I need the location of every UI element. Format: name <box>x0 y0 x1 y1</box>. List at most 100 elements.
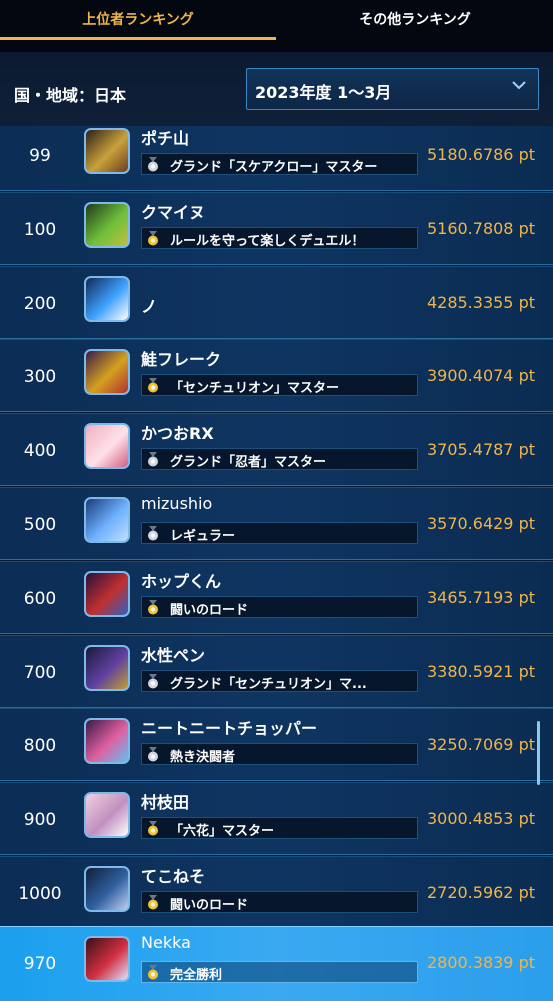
rank-number: 600 <box>23 588 57 609</box>
player-title-text: 「センチュリオン」マスター <box>170 381 340 397</box>
list-scrollbar[interactable] <box>537 721 540 785</box>
player-name: ニートニートチョッパー <box>141 719 318 739</box>
rank-number: 200 <box>23 293 57 314</box>
rank-number: 100 <box>23 219 57 240</box>
player-title-text: グランド「センチュリオン」マ... <box>170 676 367 692</box>
ranking-row[interactable]: 800 ニートニートチョッパー熱き決闘者 3250.7069 pt <box>0 708 553 782</box>
gold-medal-icon <box>148 378 158 393</box>
player-title-text: グランド「忍者」マスター <box>170 455 327 471</box>
player-title-text: 「六花」マスター <box>170 824 275 840</box>
player-avatar[interactable] <box>84 936 130 982</box>
active-tab-underline <box>0 37 276 40</box>
player-title-badge: 「センチュリオン」マスター <box>141 374 418 397</box>
player-title-badge: グランド「忍者」マスター <box>141 448 418 471</box>
player-points: 2800.3839 pt <box>426 953 535 972</box>
player-avatar[interactable] <box>84 866 130 912</box>
my-ranking-row[interactable]: 970 Nekka 完全勝利 2800.3839 pt <box>0 926 553 1001</box>
player-points: 3380.5921 pt <box>426 661 535 681</box>
player-avatar[interactable] <box>84 718 130 765</box>
player-title-badge: グランド「センチュリオン」マ... <box>141 669 418 692</box>
player-name: 鮭フレーク <box>141 350 222 370</box>
player-name: かつおRX <box>141 424 214 444</box>
silver-medal-icon <box>148 673 158 689</box>
ranking-list[interactable]: 99 ポチ山グランド「スケアクロー」マスター 5180.6786 pt 100 クマイヌ… <box>0 126 553 926</box>
tab-other-ranking-label: その他ランキング <box>359 12 471 28</box>
rank-number: 900 <box>23 810 57 831</box>
region-label: 国・地域：日本 <box>14 86 127 105</box>
silver-medal-icon <box>148 452 158 467</box>
player-points: 4285.3355 pt <box>426 292 535 312</box>
silver-medal-icon <box>148 747 158 762</box>
player-name: Nekka <box>141 933 191 952</box>
player-avatar[interactable] <box>84 128 130 174</box>
player-title-text: 完全勝利 <box>170 968 223 983</box>
player-points: 5160.7808 pt <box>426 218 535 238</box>
player-title-badge: 熱き決闘者 <box>141 743 418 766</box>
player-avatar[interactable] <box>84 423 130 470</box>
ranking-row[interactable]: 600 ホップくん闘いのロード 3465.7193 pt <box>0 560 553 634</box>
rank-number: 700 <box>23 662 57 683</box>
player-name: てこねそ <box>141 867 206 886</box>
tab-top-ranking-label: 上位者ランキング <box>82 12 194 28</box>
player-avatar[interactable] <box>84 497 130 543</box>
player-title-badge: 闘いのロード <box>141 891 418 913</box>
player-points: 5180.6786 pt <box>426 145 535 164</box>
player-title-text: 熱き決闘者 <box>170 750 236 766</box>
ranking-row[interactable]: 500 mizushio レギュラー 3570.6429 pt <box>0 487 553 560</box>
player-avatar[interactable] <box>84 570 130 617</box>
gold-medal-icon <box>148 895 158 910</box>
player-points: 3705.4787 pt <box>426 440 535 460</box>
tab-top-ranking[interactable]: 上位者ランキング <box>0 0 276 40</box>
player-title-badge: 「六花」マスター <box>141 817 418 840</box>
period-selected-value: 2023年度 1〜3月 <box>255 83 392 102</box>
tab-other-ranking[interactable]: その他ランキング <box>277 0 553 40</box>
period-dropdown[interactable]: 2023年度 1〜3月 <box>246 68 539 110</box>
ranking-row[interactable]: 700 水性ペングランド「センチュリオン」マ... 3380.5921 pt <box>0 634 553 708</box>
ranking-row[interactable]: 100 クマイヌルールを守って楽しくデュエル！ 5160.7808 pt <box>0 191 553 265</box>
player-points: 3250.7069 pt <box>426 735 535 755</box>
silver-medal-icon <box>148 526 158 541</box>
ranking-row[interactable]: 300 鮭フレーク 「センチュリオン」マスター 3900.4074 pt <box>0 339 553 413</box>
chevron-down-icon <box>512 81 526 90</box>
silver-medal-icon <box>148 157 158 172</box>
player-name: クマイヌ <box>141 202 206 222</box>
ranking-row[interactable]: 1000 てこねそ闘いのロード 2720.5962 pt <box>0 856 553 926</box>
ranking-row[interactable]: 200 ノ 4285.3355 pt <box>0 265 553 339</box>
ranking-row[interactable]: 99 ポチ山グランド「スケアクロー」マスター 5180.6786 pt <box>0 126 553 191</box>
player-name: ポチ山 <box>141 129 190 148</box>
player-title-badge: レギュラー <box>141 522 418 544</box>
player-name: mizushio <box>141 494 213 513</box>
player-points: 3900.4074 pt <box>426 366 535 386</box>
gold-medal-icon <box>148 230 158 246</box>
player-title-text: グランド「スケアクロー」マスター <box>170 160 378 175</box>
player-title-badge: 闘いのロード <box>141 595 418 618</box>
player-title-badge: ルールを守って楽しくデュエル！ <box>141 226 418 249</box>
player-title-text: 闘いのロード <box>170 602 249 618</box>
rank-number: 800 <box>23 736 57 757</box>
gold-medal-icon <box>148 821 158 836</box>
ranking-row[interactable]: 400 かつおRX グランド「忍者」マスター 3705.4787 pt <box>0 413 553 487</box>
rank-number: 1000 <box>18 884 62 904</box>
player-name: 水性ペン <box>141 645 206 665</box>
player-avatar[interactable] <box>84 349 130 396</box>
player-points: 3465.7193 pt <box>426 587 535 607</box>
filter-bar: 国・地域：日本 2023年度 1〜3月 <box>0 52 553 126</box>
player-points: 2720.5962 pt <box>426 883 535 902</box>
player-title-badge: グランド「スケアクロー」マスター <box>141 153 418 175</box>
gold-medal-icon <box>148 965 158 980</box>
player-avatar[interactable] <box>84 201 130 248</box>
player-name: ノ <box>141 296 158 316</box>
player-title-text: レギュラー <box>170 529 236 544</box>
player-name: ホップくん <box>141 571 222 591</box>
rank-number: 500 <box>23 515 57 535</box>
ranking-row[interactable]: 900 村枝田 「六花」マスター 3000.4853 pt <box>0 782 553 856</box>
player-avatar[interactable] <box>84 644 130 691</box>
player-name: 村枝田 <box>141 793 190 813</box>
player-avatar[interactable] <box>84 792 130 839</box>
player-title-text: 闘いのロード <box>170 898 249 913</box>
rank-number: 99 <box>29 146 51 166</box>
player-title-text: ルールを守って楽しくデュエル！ <box>170 233 365 249</box>
ranking-tabs: 上位者ランキング その他ランキング <box>0 0 553 52</box>
gold-medal-icon <box>148 599 158 615</box>
player-avatar[interactable] <box>84 275 130 322</box>
